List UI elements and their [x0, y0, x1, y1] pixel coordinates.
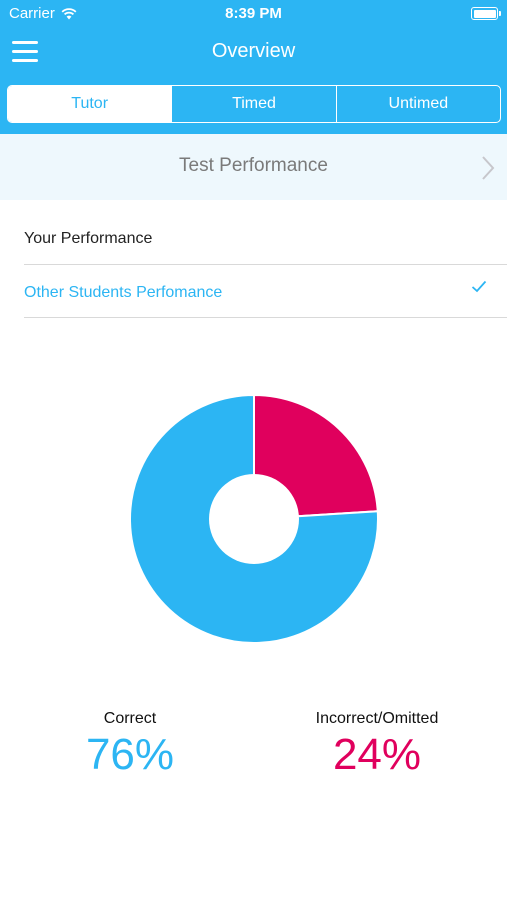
correct-stat: Correct 76%: [70, 710, 190, 780]
option-your-performance[interactable]: Your Performance: [24, 210, 507, 265]
incorrect-stat: Incorrect/Omitted 24%: [296, 710, 458, 780]
checkmark-icon: [471, 280, 487, 293]
test-performance-row[interactable]: Test Performance: [0, 134, 507, 200]
header: Carrier 8:39 PM Overview Tutor Timed Unt…: [0, 0, 507, 134]
test-performance-label: Test Performance: [179, 155, 328, 176]
chevron-right-icon: [482, 156, 495, 180]
status-bar: Carrier 8:39 PM: [0, 0, 507, 28]
option-other-students-label: Other Students Perfomance: [24, 284, 223, 301]
incorrect-stat-value: 24%: [332, 730, 422, 779]
status-time: 8:39 PM: [225, 5, 282, 22]
battery-icon: [471, 7, 501, 20]
correct-stat-value: 76%: [85, 730, 175, 779]
option-other-students-performance[interactable]: Other Students Perfomance: [24, 263, 507, 318]
nav-bar: Overview: [0, 28, 507, 78]
tab-untimed[interactable]: Untimed: [335, 86, 500, 122]
mode-segmented-control: Tutor Timed Untimed: [7, 85, 501, 123]
option-your-performance-label: Your Performance: [24, 230, 153, 247]
donut-hole: [209, 474, 299, 564]
correct-stat-label: Correct: [103, 710, 157, 727]
page-title: Overview: [211, 40, 296, 62]
tab-tutor[interactable]: Tutor: [8, 86, 172, 122]
tab-timed[interactable]: Timed: [171, 86, 335, 122]
incorrect-stat-label: Incorrect/Omitted: [315, 710, 439, 727]
performance-donut-chart: [129, 394, 379, 644]
